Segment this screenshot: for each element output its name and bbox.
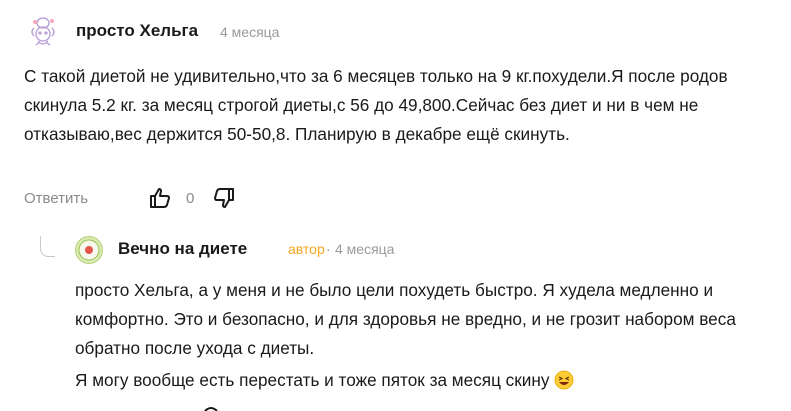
partial-icon (204, 407, 218, 411)
comment-actions: Ответить 0 (24, 186, 324, 214)
reply-paragraph-2-text: Я могу вообще есть перестать и тоже пято… (75, 370, 550, 390)
reply-paragraph-2: Я могу вообще есть перестать и тоже пято… (75, 366, 775, 395)
reply-thread-line (40, 236, 55, 257)
diet-logo-avatar-icon[interactable] (75, 236, 103, 264)
flower-doodle-avatar-icon[interactable] (26, 14, 60, 50)
reply-button[interactable]: Ответить (24, 190, 88, 207)
reply-author[interactable]: Вечно на диете (118, 239, 247, 259)
author-badge: автор (288, 241, 325, 257)
thumbs-up-icon[interactable] (148, 186, 172, 210)
comment-score: 0 (186, 190, 195, 207)
reply-paragraph-1: просто Хельга, а у меня и не было цели п… (75, 280, 736, 358)
meta-separator: · (326, 241, 331, 257)
comment-author[interactable]: просто Хельга (76, 21, 198, 41)
thumbs-down-icon[interactable] (212, 186, 236, 210)
comment-time: 4 месяца (220, 24, 280, 40)
laughing-emoji-icon (554, 370, 573, 390)
reply-time: 4 месяца (335, 241, 395, 257)
comment-text: С такой диетой не удивительно,что за 6 м… (24, 66, 728, 144)
